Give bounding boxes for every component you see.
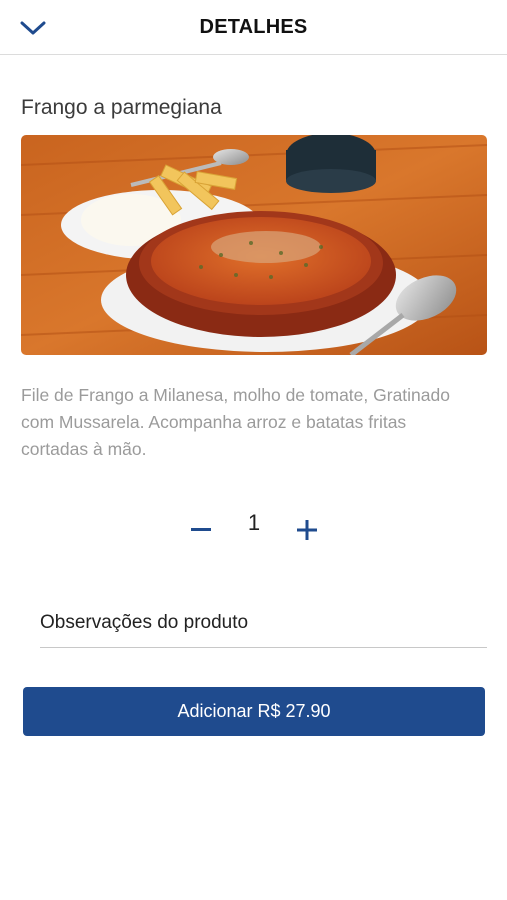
decrease-quantity-button[interactable] — [183, 512, 219, 548]
product-description: File de Frango a Milanesa, molho de toma… — [21, 385, 450, 459]
minus-icon — [191, 528, 211, 531]
add-to-cart-button[interactable]: Adicionar R$ 27.90 — [23, 687, 485, 736]
increase-quantity-button[interactable] — [289, 512, 325, 548]
plus-icon — [297, 520, 317, 540]
product-notes-input[interactable] — [40, 598, 487, 648]
product-name: Frango a parmegiana — [21, 96, 222, 119]
app-header: DETALHES — [0, 0, 507, 55]
product-image — [21, 135, 487, 355]
page-title: DETALHES — [199, 16, 308, 38]
quantity-value: 1 — [247, 510, 261, 535]
